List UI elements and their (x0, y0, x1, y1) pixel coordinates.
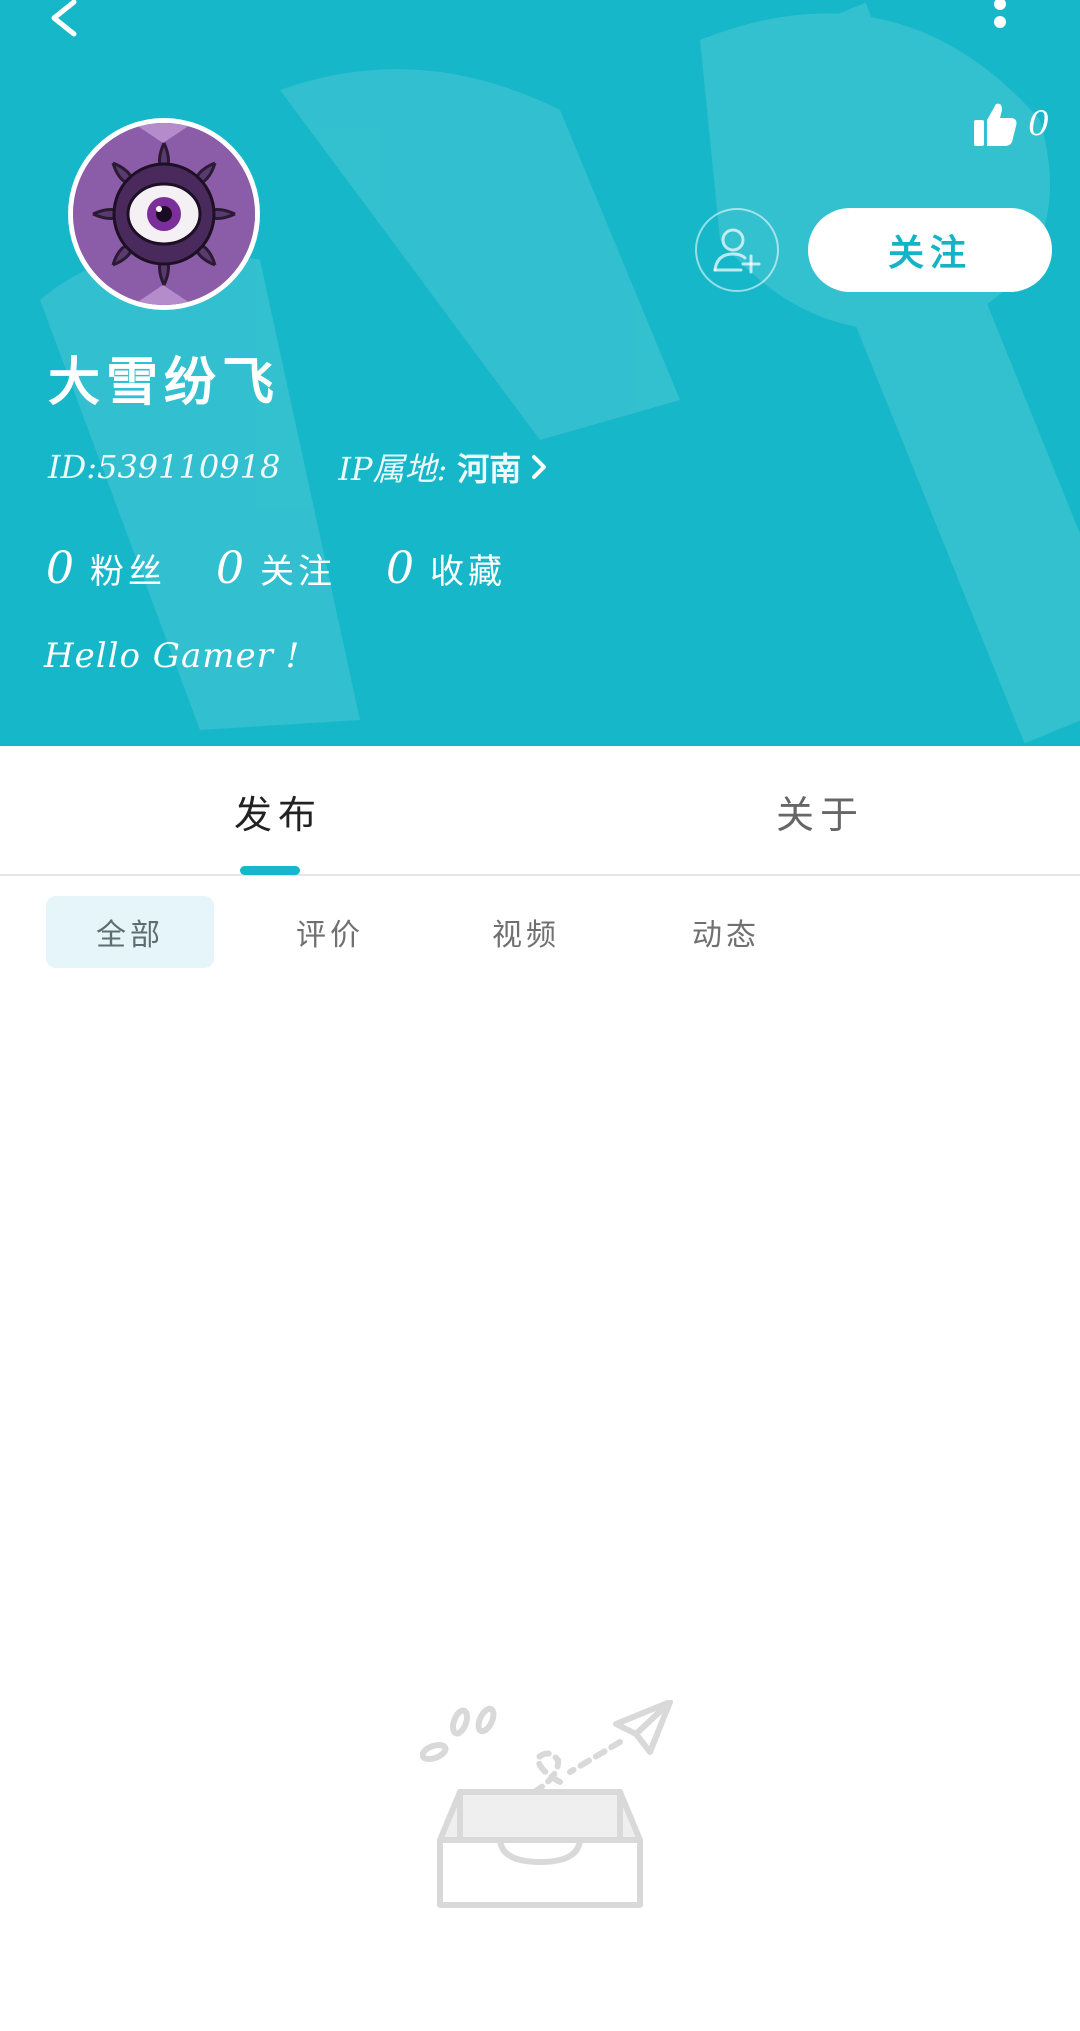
filter-all[interactable]: 全部 (46, 896, 214, 968)
stat-label: 收藏 (430, 551, 506, 592)
stat-count: 0 (46, 542, 74, 594)
more-button[interactable] (980, 0, 1020, 36)
user-bio: Hello Gamer ! (44, 636, 301, 676)
likes-count: 0 (1028, 104, 1050, 144)
stat-label: 关注 (260, 551, 336, 592)
thumbs-up-icon (974, 103, 1017, 146)
more-vertical-icon (994, 0, 1006, 28)
chevron-left-icon (51, 0, 77, 37)
tab-posts[interactable]: 发布 (234, 784, 322, 839)
user-id: ID:539110918 (48, 448, 281, 486)
avatar[interactable] (68, 118, 260, 310)
back-button[interactable] (40, 0, 90, 40)
stat-count: 0 (386, 542, 414, 594)
empty-inbox-illustration (420, 1700, 673, 1908)
profile-tabs: 发布 关于 (0, 746, 1080, 876)
filter-videos[interactable]: 视频 (476, 896, 576, 968)
active-tab-indicator (240, 866, 300, 875)
stat-label: 粉丝 (90, 551, 166, 592)
stat-count: 0 (216, 542, 244, 594)
ip-location-label: IP属地: (338, 450, 448, 488)
profile-header: 0 关注 大雪纷飞 ID:539110918 IP属地: 河南 0 粉丝 0 关… (0, 0, 1080, 746)
tab-about[interactable]: 关于 (776, 784, 864, 839)
ip-location-value[interactable]: 河南 (457, 444, 521, 490)
chevron-right-icon[interactable] (529, 452, 549, 482)
eye-avatar-image (73, 123, 255, 305)
filter-moments[interactable]: 动态 (676, 896, 776, 968)
add-friend-button[interactable] (695, 208, 779, 292)
user-meta: ID:539110918 IP属地: 河南 (48, 442, 549, 492)
stat-following[interactable]: 0 关注 (216, 543, 336, 594)
likes-counter[interactable]: 0 (972, 96, 1050, 152)
stat-fans[interactable]: 0 粉丝 (46, 543, 166, 594)
username: 大雪纷飞 (48, 352, 281, 413)
add-user-icon (713, 228, 761, 274)
profile-stats: 0 粉丝 0 关注 0 收藏 (46, 538, 556, 598)
content-filters: 全部 评价 视频 动态 (0, 878, 1080, 988)
stat-favorites[interactable]: 0 收藏 (386, 543, 506, 594)
follow-button[interactable]: 关注 (808, 208, 1052, 292)
filter-reviews[interactable]: 评价 (280, 896, 380, 968)
